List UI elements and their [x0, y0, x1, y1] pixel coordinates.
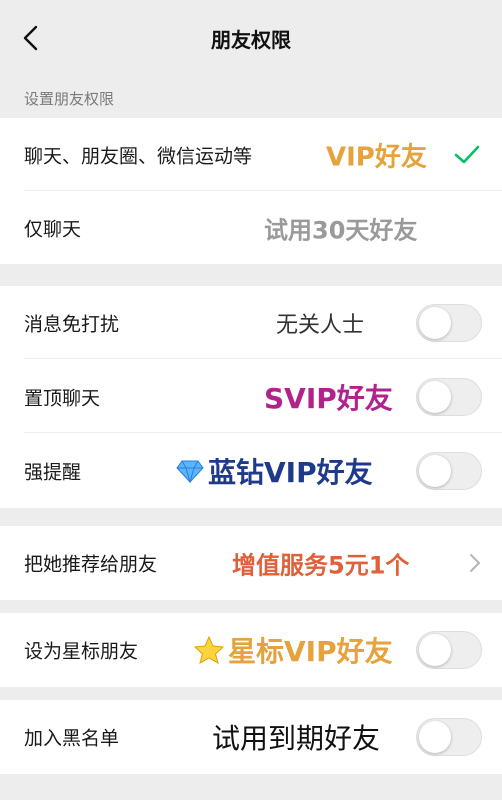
toggle-knob	[419, 720, 451, 753]
permission-card: 聊天、朋友圈、微信运动等 VIP好友 仅聊天 试用30天好友	[0, 118, 502, 264]
option-label: 聊天、朋友圈、微信运动等	[24, 145, 253, 167]
chevron-right-icon	[470, 553, 480, 572]
blacklist-card: 加入黑名单 试用到期好友	[0, 700, 502, 774]
strong-alert-toggle[interactable]	[416, 451, 482, 490]
option-chat-only[interactable]: 仅聊天 试用30天好友	[0, 191, 502, 264]
checkmark-icon	[454, 145, 480, 163]
page-title: 朋友权限	[211, 28, 291, 52]
annotation-text: 星标VIP好友	[228, 634, 393, 668]
annotation-text: 试用到期好友	[212, 721, 381, 755]
add-to-blacklist: 加入黑名单 试用到期好友	[0, 700, 502, 773]
star-card: 设为星标朋友 星标VIP好友	[0, 613, 502, 687]
star-toggle[interactable]	[416, 630, 482, 669]
divider	[24, 432, 502, 433]
option-label: 仅聊天	[24, 218, 82, 240]
setting-pin-chat: 置顶聊天 SVIP好友	[0, 360, 502, 433]
diamond-icon	[176, 460, 204, 483]
option-chat-moments-sports[interactable]: 聊天、朋友圈、微信运动等 VIP好友	[0, 118, 502, 191]
setting-label: 置顶聊天	[24, 387, 101, 409]
annotation-text: 增值服务5元1个	[232, 551, 410, 579]
setting-mute-notifications: 消息免打扰 无关人士	[0, 286, 502, 359]
settings-card: 消息免打扰 无关人士 置顶聊天 SVIP好友 强提醒 蓝钻VIP好友	[0, 286, 502, 508]
toggle-knob	[419, 454, 451, 487]
annotation-text: 无关人士	[276, 312, 365, 338]
set-star-friend: 设为星标朋友 星标VIP好友	[0, 613, 502, 686]
section-label: 设置朋友权限	[24, 90, 115, 108]
annotation-text: SVIP好友	[264, 381, 393, 415]
setting-strong-alert: 强提醒 蓝钻VIP好友	[0, 434, 502, 507]
star-icon	[194, 635, 224, 664]
setting-label: 强提醒	[24, 461, 82, 483]
blacklist-label: 加入黑名单	[24, 727, 120, 749]
recommend-label: 把她推荐给朋友	[24, 553, 158, 575]
annotation-text: 试用30天好友	[264, 216, 418, 244]
toggle-knob	[419, 633, 451, 666]
annotation-group: 星标VIP好友	[194, 630, 393, 670]
annotation-group: 蓝钻VIP好友	[176, 451, 373, 491]
annotation-text: 蓝钻VIP好友	[208, 455, 373, 489]
recommend-card: 把她推荐给朋友 增值服务5元1个	[0, 526, 502, 600]
divider	[24, 358, 502, 359]
toggle-knob	[419, 380, 451, 413]
blacklist-toggle[interactable]	[416, 717, 482, 756]
pin-toggle[interactable]	[416, 377, 482, 416]
star-label: 设为星标朋友	[24, 640, 139, 662]
recommend-to-friends[interactable]: 把她推荐给朋友 增值服务5元1个	[0, 526, 502, 599]
setting-label: 消息免打扰	[24, 313, 120, 335]
annotation-text: VIP好友	[326, 142, 427, 172]
toggle-knob	[419, 306, 451, 339]
mute-toggle[interactable]	[416, 303, 482, 342]
navigation-bar: 朋友权限	[0, 0, 502, 76]
